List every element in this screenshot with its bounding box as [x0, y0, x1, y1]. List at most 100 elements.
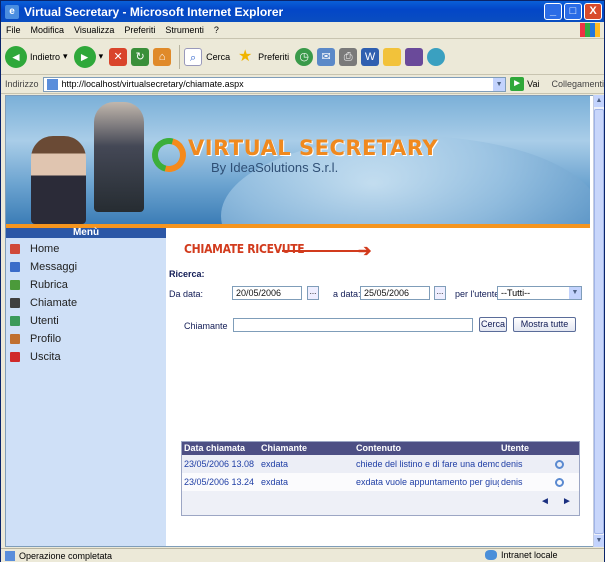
- folder-icon[interactable]: [383, 47, 402, 66]
- menu-preferiti[interactable]: Preferiti: [119, 25, 160, 35]
- arrow-right-icon: ➔: [358, 243, 372, 260]
- page-done-icon: [5, 550, 15, 561]
- page-icon: [46, 78, 58, 90]
- search-button[interactable]: Cerca: [479, 317, 507, 332]
- title-arrow-line: [282, 250, 362, 252]
- sidebar-item-uscita[interactable]: Uscita: [6, 348, 166, 366]
- exit-icon: [10, 352, 20, 362]
- address-url: http://localhost/virtualsecretary/chiama…: [61, 79, 244, 89]
- banner-man-image: [94, 102, 144, 212]
- messenger-icon[interactable]: [427, 47, 446, 66]
- menu-file[interactable]: File: [1, 25, 26, 35]
- windows-logo-icon: [580, 23, 600, 37]
- user-filter-select[interactable]: --Tutti-- ▼: [497, 286, 582, 300]
- table-row: 23/05/2006 13.24 exdata exdata vuole app…: [182, 473, 579, 491]
- sidebar-item-home[interactable]: Home: [6, 240, 166, 258]
- menu-visualizza[interactable]: Visualizza: [69, 25, 119, 35]
- history-icon[interactable]: ◷: [295, 47, 314, 66]
- magnifier-icon[interactable]: [554, 478, 564, 488]
- sidebar-title: Menù: [6, 228, 166, 238]
- mail-icon[interactable]: ✉: [317, 47, 336, 66]
- research-icon[interactable]: [405, 47, 424, 66]
- phone-icon: [10, 298, 20, 308]
- go-arrow-icon: ►: [510, 77, 525, 91]
- from-date-field[interactable]: 20/05/2006: [232, 286, 302, 300]
- refresh-icon[interactable]: ↻: [131, 47, 150, 66]
- search-button[interactable]: ⌕ Cerca: [184, 47, 230, 66]
- next-page-icon[interactable]: ►: [562, 496, 572, 507]
- back-label: Indietro: [30, 51, 61, 62]
- address-book-icon: [10, 280, 20, 290]
- table-row: 23/05/2006 13.08 exdata chiede del listi…: [182, 455, 579, 473]
- links-label[interactable]: Collegamenti: [551, 79, 604, 89]
- stop-icon[interactable]: ✕: [109, 47, 128, 66]
- home-icon[interactable]: ⌂: [153, 47, 172, 66]
- chevron-down-icon: ▼: [569, 287, 581, 299]
- minimize-button[interactable]: _: [544, 3, 562, 20]
- sidebar-item-utenti[interactable]: Utenti: [6, 312, 166, 330]
- maximize-button[interactable]: □: [564, 3, 582, 20]
- brand-subtitle: By IdeaSolutions S.r.l.: [211, 160, 339, 175]
- address-label: Indirizzo: [5, 79, 39, 89]
- logo-swoosh-icon: [145, 131, 193, 179]
- banner-woman-image: [31, 136, 86, 224]
- status-bar: Operazione completata Intranet locale: [1, 548, 604, 562]
- message-icon: [10, 262, 20, 272]
- address-dropdown-icon[interactable]: ▼: [493, 77, 506, 91]
- page-viewport: VIRTUAL SECRETARY By IdeaSolutions S.r.l…: [5, 95, 595, 547]
- scroll-down-icon[interactable]: ▼: [594, 535, 604, 547]
- go-label: Vai: [527, 79, 540, 89]
- favorites-label: Preferiti: [258, 51, 290, 62]
- cell-content: exdata vuole appuntamento per giugno: [356, 477, 499, 487]
- sidebar-item-label: Utenti: [30, 315, 59, 327]
- scroll-thumb[interactable]: [594, 109, 604, 534]
- sidebar-item-messaggi[interactable]: Messaggi: [6, 258, 166, 276]
- menu-modifica[interactable]: Modifica: [26, 25, 70, 35]
- scroll-up-icon[interactable]: ▲: [594, 95, 604, 107]
- menu-strumenti[interactable]: Strumenti: [160, 25, 209, 35]
- browser-window: e Virtual Secretary - Microsoft Internet…: [0, 0, 605, 562]
- favorites-button[interactable]: ★ Preferiti: [236, 48, 289, 66]
- cell-user: denis: [501, 459, 523, 469]
- user-filter-label: per l'utente:: [455, 289, 502, 299]
- caller-input[interactable]: [233, 318, 473, 332]
- to-date-picker-button[interactable]: ...: [434, 286, 446, 300]
- print-icon[interactable]: ⎙: [339, 47, 358, 66]
- edit-icon[interactable]: W: [361, 47, 380, 66]
- magnifier-icon[interactable]: [554, 460, 564, 470]
- menu-help[interactable]: ?: [209, 25, 224, 35]
- sidebar-item-chiamate[interactable]: Chiamate: [6, 294, 166, 312]
- show-all-button[interactable]: Mostra tutte: [513, 317, 576, 332]
- address-input[interactable]: http://localhost/virtualsecretary/chiama…: [42, 76, 507, 92]
- sidebar-item-profilo[interactable]: Profilo: [6, 330, 166, 348]
- cell-content: chiede del listino e di fare una demo il…: [356, 459, 499, 469]
- prev-page-icon[interactable]: ◄: [540, 496, 550, 507]
- star-icon: ★: [237, 47, 253, 65]
- vertical-scrollbar[interactable]: ▲ ▼: [593, 95, 604, 547]
- back-button[interactable]: ◄ Indietro ▾: [5, 45, 68, 68]
- search-heading: Ricerca:: [169, 269, 205, 279]
- forward-button[interactable]: ► ▾: [73, 45, 103, 68]
- column-header-user: Utente: [501, 443, 530, 453]
- search-icon: ⌕: [184, 47, 203, 66]
- to-date-field[interactable]: 25/05/2006: [360, 286, 430, 300]
- sidebar-item-label: Messaggi: [30, 261, 78, 273]
- brand-name: VIRTUAL SECRETARY: [188, 136, 439, 160]
- title-bar: e Virtual Secretary - Microsoft Internet…: [1, 1, 604, 22]
- go-button[interactable]: ► Vai: [510, 77, 539, 91]
- sidebar-item-rubrica[interactable]: Rubrica: [6, 276, 166, 294]
- browser-toolbar: ◄ Indietro ▾ ► ▾ ✕ ↻ ⌂ ⌕ Cerca ★ Preferi…: [1, 39, 604, 75]
- close-button[interactable]: X: [584, 3, 602, 20]
- window-title: Virtual Secretary - Microsoft Internet E…: [24, 4, 284, 19]
- table-pager: ◄ ►: [182, 491, 579, 515]
- security-zone: Intranet locale: [485, 550, 558, 560]
- cell-caller: exdata: [261, 477, 289, 487]
- back-arrow-icon: ◄: [5, 45, 27, 68]
- from-date-picker-button[interactable]: ...: [307, 286, 319, 300]
- menu-bar: File Modifica Visualizza Preferiti Strum…: [1, 22, 604, 39]
- column-header-caller: Chiamante: [261, 443, 308, 453]
- toolbar-separator: [179, 44, 181, 69]
- to-date-label: a data:: [333, 289, 361, 299]
- table-header: Data chiamata Chiamante Contenuto Utente: [182, 442, 579, 455]
- column-header-content: Contenuto: [356, 443, 401, 453]
